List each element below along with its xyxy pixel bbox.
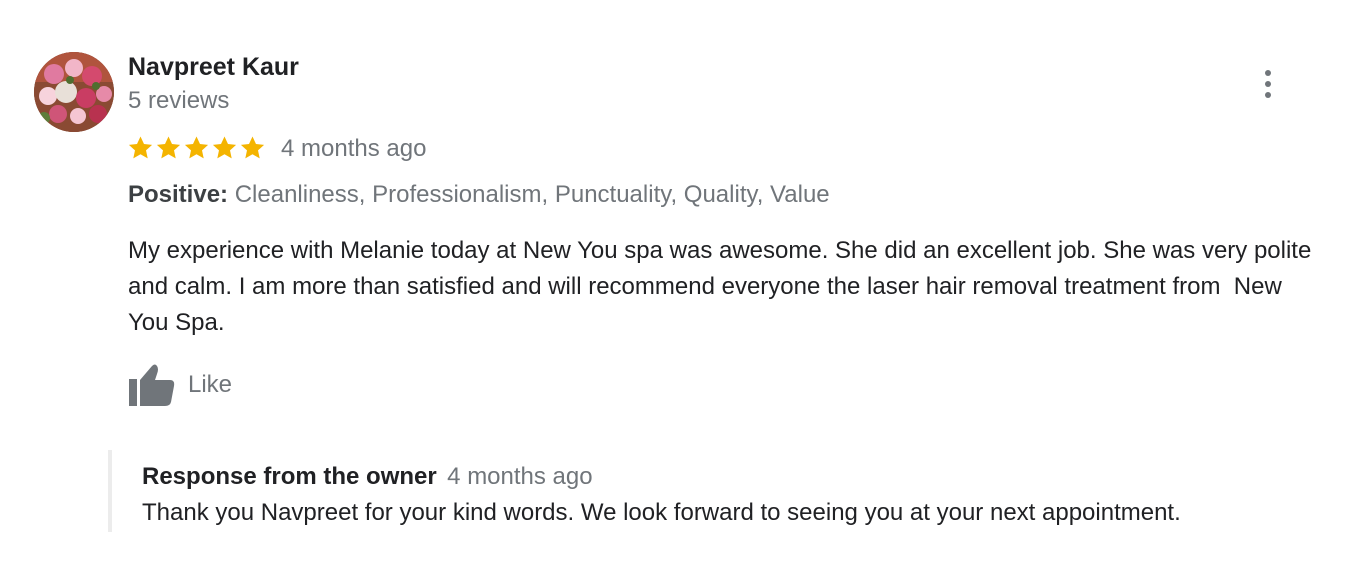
more-vert-icon-dot [1265, 81, 1271, 87]
star-filled-icon [211, 134, 238, 164]
more-vert-icon-dot [1265, 92, 1271, 98]
review-time: 4 months ago [281, 135, 427, 162]
positive-values: Cleanliness, Professionalism, Punctualit… [234, 181, 830, 208]
flowers-photo-icon [34, 52, 114, 132]
review-text: My experience with Melanie today at New … [128, 237, 1318, 336]
more-options-button[interactable] [1252, 66, 1284, 102]
owner-response-header: Response from the owner 4 months ago [142, 462, 593, 495]
like-button[interactable]: Like [128, 362, 232, 408]
like-label: Like [188, 371, 233, 398]
author-reviews-count[interactable]: 5 reviews [128, 86, 229, 116]
star-filled-icon [127, 134, 154, 164]
star-filled-icon [183, 134, 210, 164]
star-filled-icon [155, 134, 182, 164]
positive-label: Positive: [128, 181, 229, 208]
star-rating [127, 134, 266, 164]
author-name[interactable]: Navpreet Kaur [128, 52, 299, 82]
author-avatar[interactable] [34, 52, 114, 132]
positive-attributes: Positive: Cleanliness, Professionalism, … [128, 180, 830, 210]
owner-response-text: Thank you Navpreet for your kind words. … [142, 499, 1181, 526]
owner-response-title: Response from the owner [142, 463, 437, 490]
owner-response: Response from the owner 4 months ago Tha… [108, 450, 1308, 532]
thumbs-up-icon [128, 363, 176, 407]
more-vert-icon [1265, 70, 1271, 76]
star-filled-icon [239, 134, 266, 164]
review-card: Navpreet Kaur 5 reviews 4 months ago Pos… [0, 0, 1360, 576]
owner-response-time: 4 months ago [447, 463, 593, 490]
